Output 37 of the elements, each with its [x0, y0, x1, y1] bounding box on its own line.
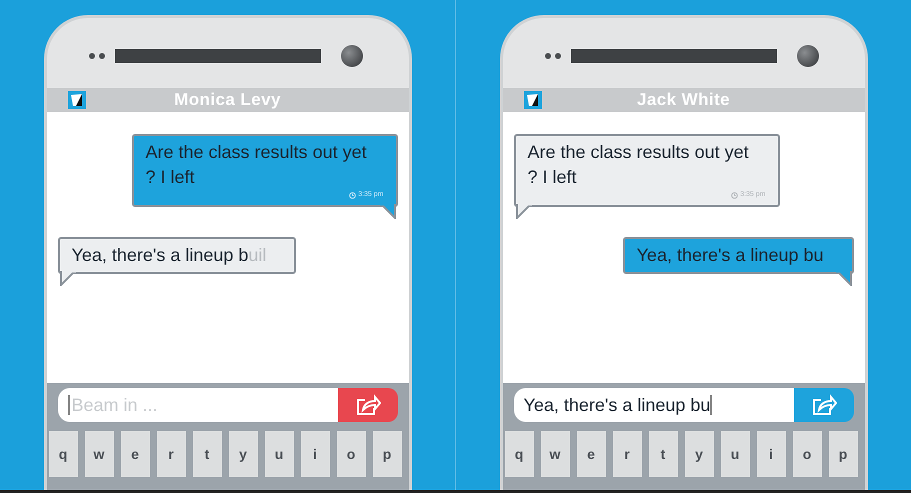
- keyboard-key[interactable]: u: [720, 431, 750, 477]
- message-input[interactable]: Yea, there's a lineup bu: [514, 388, 794, 422]
- keyboard-key[interactable]: e: [120, 431, 150, 477]
- share-icon: [810, 394, 836, 416]
- keyboard-key[interactable]: p: [828, 431, 858, 477]
- keyboard-key[interactable]: y: [684, 431, 714, 477]
- keyboard-key[interactable]: r: [612, 431, 642, 477]
- keyboard-key[interactable]: t: [648, 431, 678, 477]
- keyboard-key[interactable]: w: [540, 431, 570, 477]
- input-text: Yea, there's a lineup bu: [524, 394, 710, 417]
- keyboard-key[interactable]: y: [228, 431, 258, 477]
- message-text: Are the class results out yet ? I left: [146, 141, 368, 189]
- keyboard-key[interactable]: o: [336, 431, 366, 477]
- keyboard-key[interactable]: r: [156, 431, 186, 477]
- keyboard-key[interactable]: u: [264, 431, 294, 477]
- keyboard-key[interactable]: o: [792, 431, 822, 477]
- send-button[interactable]: [794, 388, 854, 422]
- keyboard-key[interactable]: q: [48, 431, 78, 477]
- send-button[interactable]: [338, 388, 398, 422]
- share-icon: [354, 394, 380, 416]
- camera-lens-icon: [796, 45, 818, 67]
- keyboard-key[interactable]: e: [576, 431, 606, 477]
- sensor-dots-icon: [88, 53, 104, 59]
- message-text: Are the class results out yet ? I left: [528, 141, 750, 189]
- message-text: Yea, there's a lineup bu: [636, 244, 824, 267]
- keyboard-key[interactable]: t: [192, 431, 222, 477]
- keyboard-key[interactable]: w: [84, 431, 114, 477]
- sensor-dots-icon: [544, 53, 560, 59]
- clock-icon: [349, 192, 356, 199]
- camera-lens-icon: [340, 45, 362, 67]
- app-logo-icon: [524, 91, 542, 109]
- clock-icon: [731, 192, 738, 199]
- keyboard-key[interactable]: i: [300, 431, 330, 477]
- keyboard-key[interactable]: p: [372, 431, 402, 477]
- keyboard-key[interactable]: q: [504, 431, 534, 477]
- keyboard-key[interactable]: i: [756, 431, 786, 477]
- app-logo-icon: [68, 91, 86, 109]
